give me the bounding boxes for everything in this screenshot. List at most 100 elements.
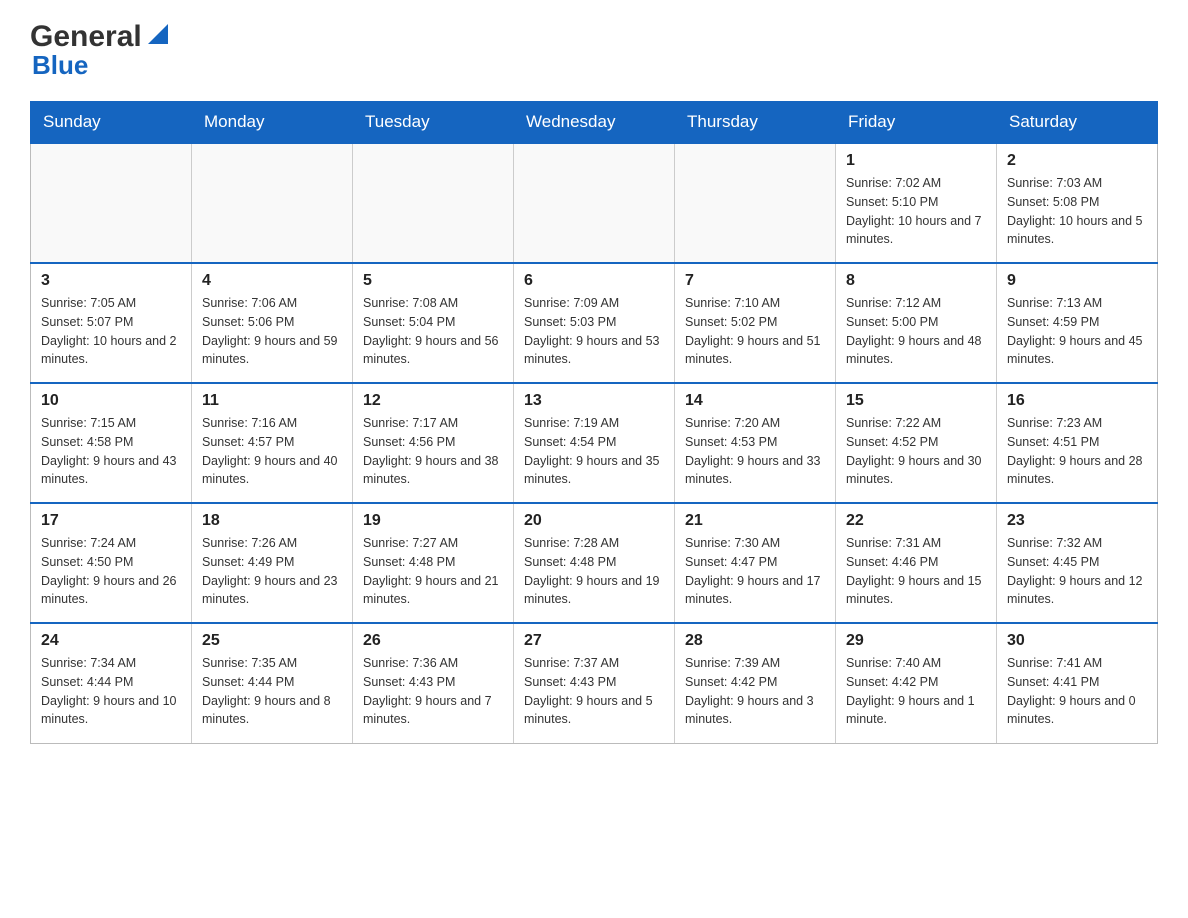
day-number: 9 [1007,272,1147,290]
day-info: Sunrise: 7:06 AMSunset: 5:06 PMDaylight:… [202,294,342,369]
day-number: 24 [41,632,181,650]
day-number: 27 [524,632,664,650]
calendar-header-row: SundayMondayTuesdayWednesdayThursdayFrid… [31,102,1158,144]
calendar-cell: 18 Sunrise: 7:26 AMSunset: 4:49 PMDayligh… [192,503,353,623]
calendar-cell: 5 Sunrise: 7:08 AMSunset: 5:04 PMDaylight… [353,263,514,383]
day-number: 17 [41,512,181,530]
calendar-cell: 17 Sunrise: 7:24 AMSunset: 4:50 PMDayligh… [31,503,192,623]
calendar-header-saturday: Saturday [997,102,1158,144]
day-info: Sunrise: 7:41 AMSunset: 4:41 PMDaylight:… [1007,654,1147,729]
day-number: 7 [685,272,825,290]
day-info: Sunrise: 7:34 AMSunset: 4:44 PMDaylight:… [41,654,181,729]
day-info: Sunrise: 7:05 AMSunset: 5:07 PMDaylight:… [41,294,181,369]
day-info: Sunrise: 7:03 AMSunset: 5:08 PMDaylight:… [1007,174,1147,249]
day-number: 10 [41,392,181,410]
day-info: Sunrise: 7:02 AMSunset: 5:10 PMDaylight:… [846,174,986,249]
calendar-cell: 11 Sunrise: 7:16 AMSunset: 4:57 PMDayligh… [192,383,353,503]
calendar-week-row: 17 Sunrise: 7:24 AMSunset: 4:50 PMDayligh… [31,503,1158,623]
day-number: 18 [202,512,342,530]
calendar-cell: 4 Sunrise: 7:06 AMSunset: 5:06 PMDaylight… [192,263,353,383]
calendar-cell: 8 Sunrise: 7:12 AMSunset: 5:00 PMDaylight… [836,263,997,383]
day-info: Sunrise: 7:30 AMSunset: 4:47 PMDaylight:… [685,534,825,609]
day-number: 13 [524,392,664,410]
day-info: Sunrise: 7:39 AMSunset: 4:42 PMDaylight:… [685,654,825,729]
calendar-cell: 2 Sunrise: 7:03 AMSunset: 5:08 PMDaylight… [997,143,1158,263]
day-number: 6 [524,272,664,290]
day-number: 26 [363,632,503,650]
day-info: Sunrise: 7:26 AMSunset: 4:49 PMDaylight:… [202,534,342,609]
day-number: 4 [202,272,342,290]
day-info: Sunrise: 7:17 AMSunset: 4:56 PMDaylight:… [363,414,503,489]
calendar-cell: 25 Sunrise: 7:35 AMSunset: 4:44 PMDayligh… [192,623,353,743]
logo-general-text: General [30,20,142,54]
day-info: Sunrise: 7:36 AMSunset: 4:43 PMDaylight:… [363,654,503,729]
day-number: 11 [202,392,342,410]
day-number: 30 [1007,632,1147,650]
day-number: 16 [1007,392,1147,410]
calendar-week-row: 3Sunrise: 7:05 AMSunset: 5:07 PMDaylight… [31,263,1158,383]
day-number: 20 [524,512,664,530]
day-number: 8 [846,272,986,290]
calendar-cell: 24 Sunrise: 7:34 AMSunset: 4:44 PMDayligh… [31,623,192,743]
day-info: Sunrise: 7:15 AMSunset: 4:58 PMDaylight:… [41,414,181,489]
logo-triangle-icon [144,20,172,48]
logo-blue-text: Blue [32,50,88,80]
calendar-cell: 12 Sunrise: 7:17 AMSunset: 4:56 PMDayligh… [353,383,514,503]
day-info: Sunrise: 7:20 AMSunset: 4:53 PMDaylight:… [685,414,825,489]
calendar-cell [675,143,836,263]
day-info: Sunrise: 7:24 AMSunset: 4:50 PMDaylight:… [41,534,181,609]
day-info: Sunrise: 7:22 AMSunset: 4:52 PMDaylight:… [846,414,986,489]
calendar-cell: 23 Sunrise: 7:32 AMSunset: 4:45 PMDayligh… [997,503,1158,623]
calendar-cell: 9Sunrise: 7:13 AMSunset: 4:59 PMDaylight… [997,263,1158,383]
page-header: General Blue [30,20,1158,81]
calendar-table: SundayMondayTuesdayWednesdayThursdayFrid… [30,101,1158,744]
calendar-week-row: 10 Sunrise: 7:15 AMSunset: 4:58 PMDayligh… [31,383,1158,503]
day-number: 14 [685,392,825,410]
day-number: 23 [1007,512,1147,530]
calendar-cell: 10 Sunrise: 7:15 AMSunset: 4:58 PMDayligh… [31,383,192,503]
calendar-cell: 16Sunrise: 7:23 AMSunset: 4:51 PMDayligh… [997,383,1158,503]
day-number: 22 [846,512,986,530]
day-info: Sunrise: 7:32 AMSunset: 4:45 PMDaylight:… [1007,534,1147,609]
calendar-cell: 3Sunrise: 7:05 AMSunset: 5:07 PMDaylight… [31,263,192,383]
day-number: 5 [363,272,503,290]
day-info: Sunrise: 7:19 AMSunset: 4:54 PMDaylight:… [524,414,664,489]
day-info: Sunrise: 7:08 AMSunset: 5:04 PMDaylight:… [363,294,503,369]
day-number: 12 [363,392,503,410]
calendar-cell: 30 Sunrise: 7:41 AMSunset: 4:41 PMDayligh… [997,623,1158,743]
calendar-cell: 13 Sunrise: 7:19 AMSunset: 4:54 PMDayligh… [514,383,675,503]
day-number: 15 [846,392,986,410]
day-number: 28 [685,632,825,650]
calendar-cell [514,143,675,263]
day-info: Sunrise: 7:40 AMSunset: 4:42 PMDaylight:… [846,654,986,729]
day-number: 19 [363,512,503,530]
calendar-cell: 29 Sunrise: 7:40 AMSunset: 4:42 PMDayligh… [836,623,997,743]
calendar-cell: 15 Sunrise: 7:22 AMSunset: 4:52 PMDayligh… [836,383,997,503]
calendar-header-monday: Monday [192,102,353,144]
calendar-header-thursday: Thursday [675,102,836,144]
day-info: Sunrise: 7:16 AMSunset: 4:57 PMDaylight:… [202,414,342,489]
day-info: Sunrise: 7:09 AMSunset: 5:03 PMDaylight:… [524,294,664,369]
day-info: Sunrise: 7:35 AMSunset: 4:44 PMDaylight:… [202,654,342,729]
day-info: Sunrise: 7:37 AMSunset: 4:43 PMDaylight:… [524,654,664,729]
day-number: 21 [685,512,825,530]
calendar-week-row: 1 Sunrise: 7:02 AMSunset: 5:10 PMDaylight… [31,143,1158,263]
day-info: Sunrise: 7:12 AMSunset: 5:00 PMDaylight:… [846,294,986,369]
calendar-header-friday: Friday [836,102,997,144]
day-number: 2 [1007,152,1147,170]
calendar-cell: 6 Sunrise: 7:09 AMSunset: 5:03 PMDaylight… [514,263,675,383]
day-info: Sunrise: 7:10 AMSunset: 5:02 PMDaylight:… [685,294,825,369]
calendar-cell: 27 Sunrise: 7:37 AMSunset: 4:43 PMDayligh… [514,623,675,743]
calendar-week-row: 24 Sunrise: 7:34 AMSunset: 4:44 PMDayligh… [31,623,1158,743]
calendar-header-sunday: Sunday [31,102,192,144]
calendar-cell: 28 Sunrise: 7:39 AMSunset: 4:42 PMDayligh… [675,623,836,743]
calendar-cell [353,143,514,263]
calendar-cell: 21 Sunrise: 7:30 AMSunset: 4:47 PMDayligh… [675,503,836,623]
day-number: 29 [846,632,986,650]
calendar-cell [192,143,353,263]
day-info: Sunrise: 7:27 AMSunset: 4:48 PMDaylight:… [363,534,503,609]
day-number: 1 [846,152,986,170]
calendar-header-wednesday: Wednesday [514,102,675,144]
day-number: 25 [202,632,342,650]
calendar-cell: 1 Sunrise: 7:02 AMSunset: 5:10 PMDaylight… [836,143,997,263]
